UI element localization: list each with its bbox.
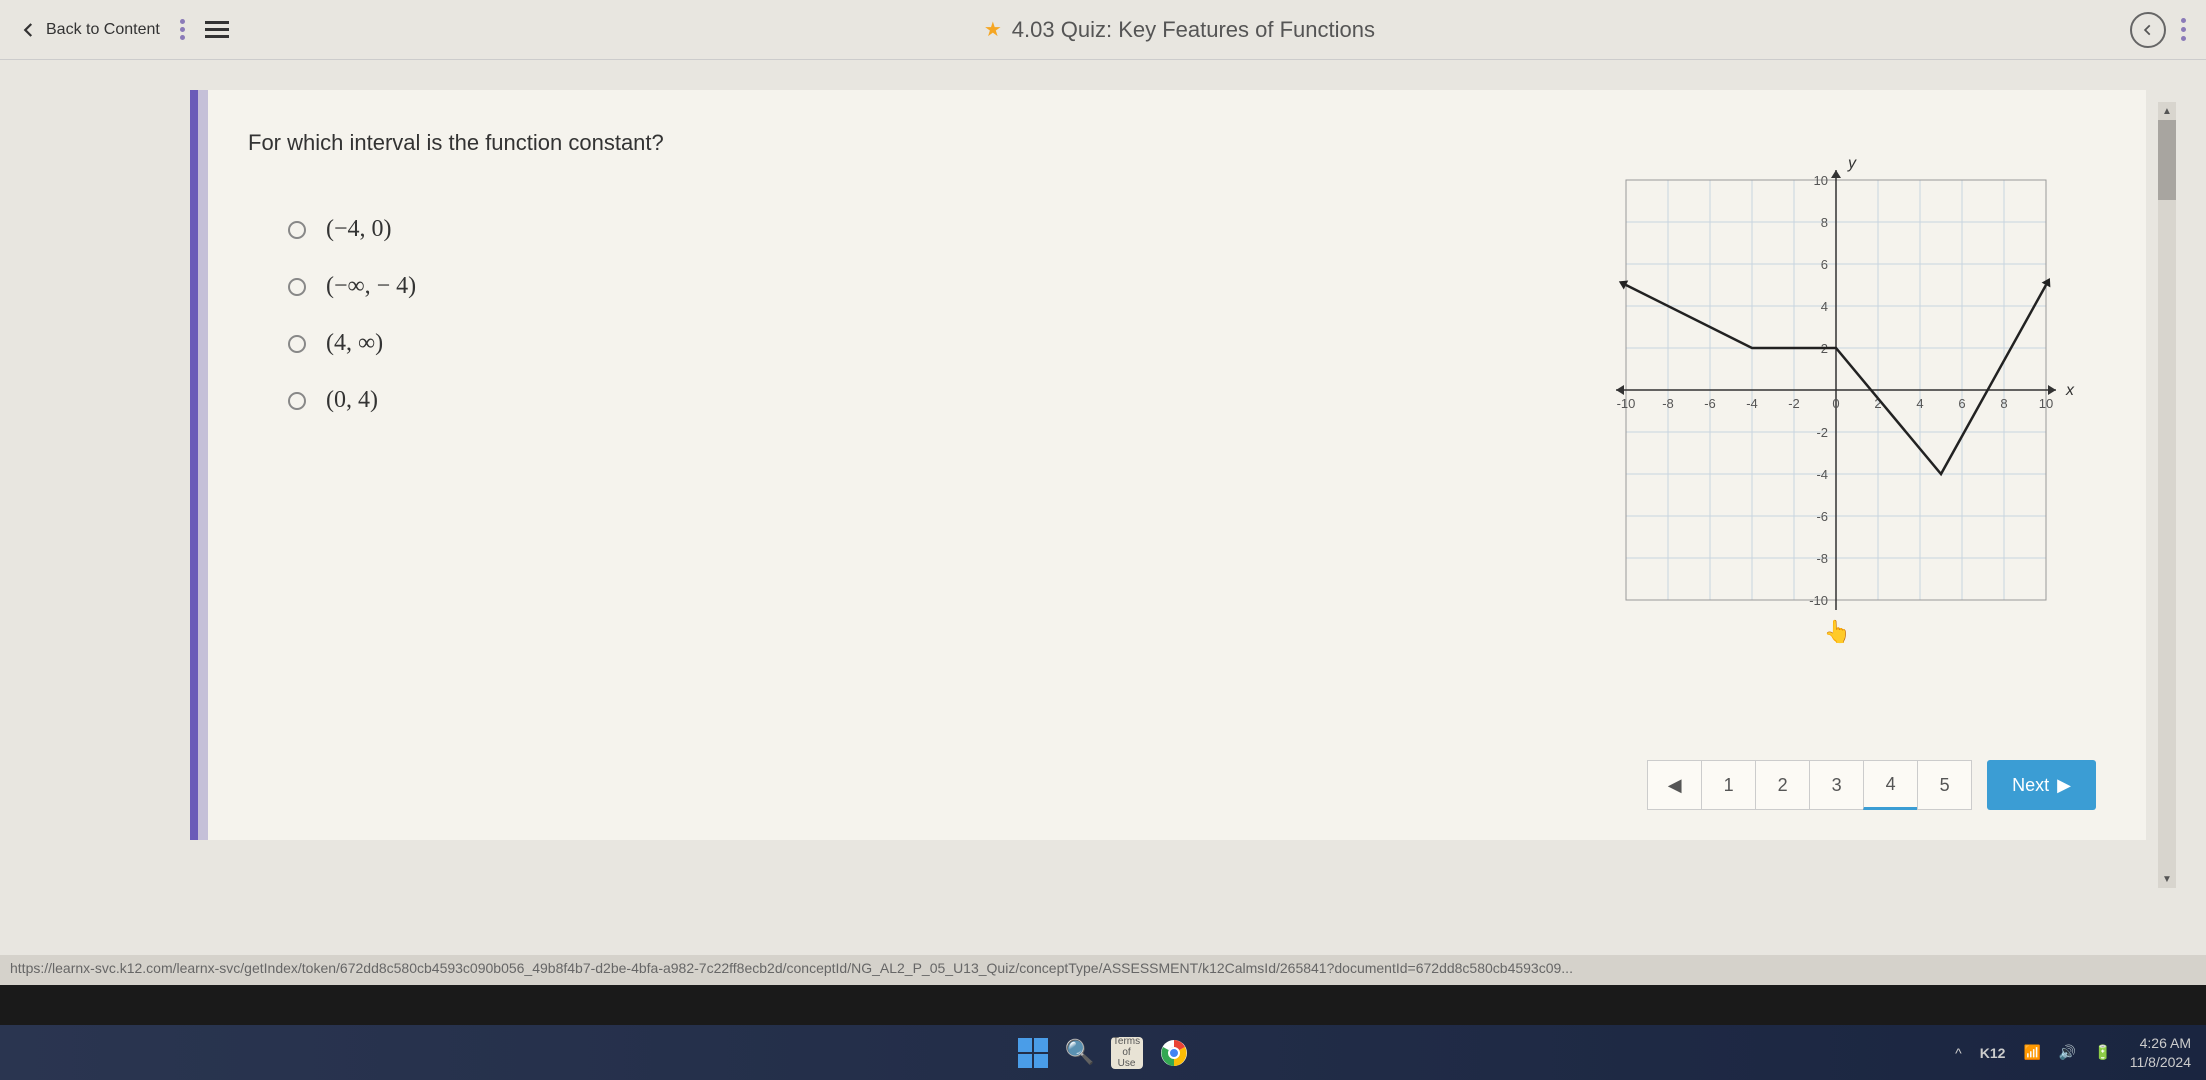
function-graph: -10-8-6-4-20246810-10-8-6-4-2246810xy — [1576, 130, 2096, 650]
app-icon[interactable]: TermsofUse — [1111, 1037, 1143, 1069]
scroll-up-arrow[interactable]: ▲ — [2158, 102, 2176, 120]
option-a[interactable]: (−4, 0) — [288, 216, 1496, 243]
svg-text:-2: -2 — [1788, 396, 1800, 411]
battery-icon[interactable]: 🔋 — [2094, 1044, 2111, 1061]
page-4[interactable]: 4 — [1863, 760, 1918, 810]
back-label: Back to Content — [46, 21, 160, 39]
svg-text:-6: -6 — [1816, 509, 1828, 524]
tray-chevron-icon[interactable]: ^ — [1955, 1045, 1962, 1061]
menu-button[interactable] — [205, 17, 229, 42]
svg-text:6: 6 — [1821, 257, 1828, 272]
clock[interactable]: 4:26 AM 11/8/2024 — [2130, 1034, 2191, 1070]
svg-text:8: 8 — [1821, 215, 1828, 230]
radio-icon — [288, 392, 306, 410]
radio-icon — [288, 278, 306, 296]
svg-text:4: 4 — [1821, 299, 1828, 314]
svg-text:-4: -4 — [1816, 467, 1828, 482]
svg-text:10: 10 — [2039, 396, 2053, 411]
pagination-prev[interactable]: ◀ — [1647, 760, 1702, 810]
svg-text:-10: -10 — [1809, 593, 1828, 608]
quiz-title-text: 4.03 Quiz: Key Features of Functions — [1012, 17, 1375, 43]
svg-text:-6: -6 — [1704, 396, 1716, 411]
option-text: (−∞, − 4) — [326, 273, 416, 300]
option-c[interactable]: (4, ∞) — [288, 330, 1496, 357]
question-prompt: For which interval is the function const… — [248, 130, 1496, 156]
svg-text:x: x — [2065, 382, 2075, 399]
svg-text:6: 6 — [1958, 396, 1965, 411]
next-label: Next — [2012, 775, 2049, 796]
cursor-icon: 👆 — [1824, 619, 1851, 645]
option-text: (−4, 0) — [326, 216, 392, 243]
answer-options: (−4, 0) (−∞, − 4) (4, ∞) (0, 4) — [288, 216, 1496, 414]
svg-text:-4: -4 — [1746, 396, 1758, 411]
option-b[interactable]: (−∞, − 4) — [288, 273, 1496, 300]
svg-text:-2: -2 — [1816, 425, 1828, 440]
svg-text:y: y — [1847, 155, 1857, 172]
svg-text:-10: -10 — [1617, 396, 1636, 411]
windows-taskbar: 🔍 TermsofUse ^ K12 📶 🔊 🔋 4:26 AM 11/8/20… — [0, 1025, 2206, 1080]
radio-icon — [288, 221, 306, 239]
scroll-thumb[interactable] — [2158, 120, 2176, 200]
play-icon: ▶ — [2057, 775, 2071, 796]
start-button[interactable] — [1017, 1037, 1049, 1069]
option-text: (4, ∞) — [326, 330, 383, 357]
pagination: ◀ 1 2 3 4 5 Next ▶ — [1648, 760, 2096, 810]
option-text: (0, 4) — [326, 387, 378, 414]
page-title: ★ 4.03 Quiz: Key Features of Functions — [229, 17, 2130, 43]
volume-icon[interactable]: 🔊 — [2059, 1044, 2076, 1061]
back-to-content-link[interactable]: Back to Content — [20, 21, 160, 39]
chevron-left-icon — [2141, 23, 2155, 37]
svg-text:8: 8 — [2000, 396, 2007, 411]
svg-text:-8: -8 — [1662, 396, 1674, 411]
search-button[interactable]: 🔍 — [1064, 1037, 1096, 1069]
status-bar-url: https://learnx-svc.k12.com/learnx-svc/ge… — [0, 955, 2206, 985]
radio-icon — [288, 335, 306, 353]
next-button[interactable]: Next ▶ — [1987, 760, 2096, 810]
svg-text:4: 4 — [1916, 396, 1923, 411]
time-text: 4:26 AM — [2130, 1034, 2191, 1052]
vertical-dots-icon — [180, 19, 185, 40]
page-1[interactable]: 1 — [1701, 760, 1756, 810]
page-2[interactable]: 2 — [1755, 760, 1810, 810]
top-bar: Back to Content ★ 4.03 Quiz: Key Feature… — [0, 0, 2206, 60]
page-3[interactable]: 3 — [1809, 760, 1864, 810]
page-5[interactable]: 5 — [1917, 760, 1972, 810]
svg-text:-8: -8 — [1816, 551, 1828, 566]
star-icon: ★ — [984, 17, 1002, 42]
chevron-left-icon — [20, 21, 38, 39]
chrome-icon[interactable] — [1158, 1037, 1190, 1069]
vertical-scrollbar[interactable]: ▲ ▼ — [2158, 120, 2176, 870]
svg-text:0: 0 — [1832, 396, 1839, 411]
question-card: For which interval is the function const… — [190, 90, 2146, 840]
option-d[interactable]: (0, 4) — [288, 387, 1496, 414]
svg-text:10: 10 — [1814, 173, 1828, 188]
scroll-down-arrow[interactable]: ▼ — [2158, 870, 2176, 888]
more-menu-button[interactable] — [2181, 18, 2186, 41]
date-text: 11/8/2024 — [2130, 1053, 2191, 1071]
brand-badge[interactable]: K12 — [1980, 1045, 2006, 1061]
wifi-icon[interactable]: 📶 — [2023, 1044, 2040, 1061]
prev-circle-button[interactable] — [2130, 12, 2166, 48]
